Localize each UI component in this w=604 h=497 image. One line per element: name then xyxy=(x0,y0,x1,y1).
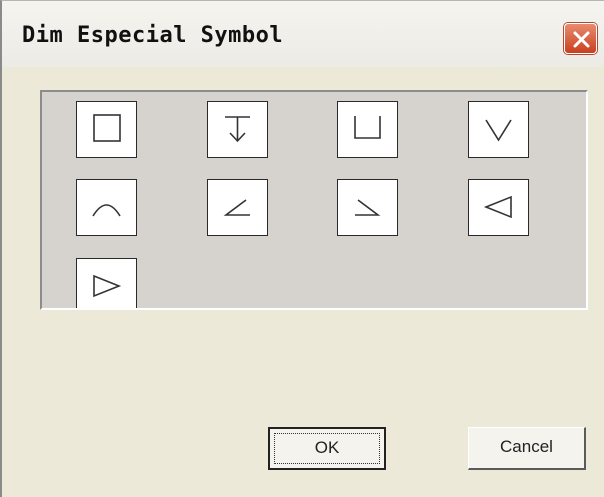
triangle-left-icon xyxy=(483,195,512,219)
depth-down-arrow-icon xyxy=(225,116,250,143)
countersink-v-icon xyxy=(485,119,512,142)
close-button[interactable] xyxy=(564,23,597,54)
symbol-panel xyxy=(40,90,588,310)
title-bar: Dim Especial Symbol xyxy=(2,1,604,67)
ok-button-label: OK xyxy=(314,438,340,457)
taper-left-symbol-button[interactable] xyxy=(468,179,529,236)
cancel-button-label: Cancel xyxy=(500,437,553,456)
counterbore-symbol-button[interactable] xyxy=(337,101,398,158)
close-icon xyxy=(573,31,590,48)
arc-icon xyxy=(92,204,121,217)
angle-right-icon xyxy=(355,199,381,216)
angle-left-icon xyxy=(223,199,250,216)
angle-right-symbol-button[interactable] xyxy=(337,179,398,236)
depth-symbol-button[interactable] xyxy=(207,101,268,158)
angle-left-symbol-button[interactable] xyxy=(207,179,268,236)
ok-button[interactable]: OK xyxy=(268,427,386,470)
square-icon xyxy=(93,114,121,142)
countersink-symbol-button[interactable] xyxy=(468,101,529,158)
triangle-right-icon xyxy=(93,274,122,298)
cancel-button[interactable]: Cancel xyxy=(468,427,586,470)
square-symbol-button[interactable] xyxy=(76,101,137,158)
window-title: Dim Especial Symbol xyxy=(22,23,284,48)
counterbore-icon xyxy=(354,116,381,139)
dialog-window: Dim Especial Symbol OK Cancel xyxy=(0,0,604,497)
taper-right-symbol-button[interactable] xyxy=(76,258,137,308)
arc-length-symbol-button[interactable] xyxy=(76,179,137,236)
